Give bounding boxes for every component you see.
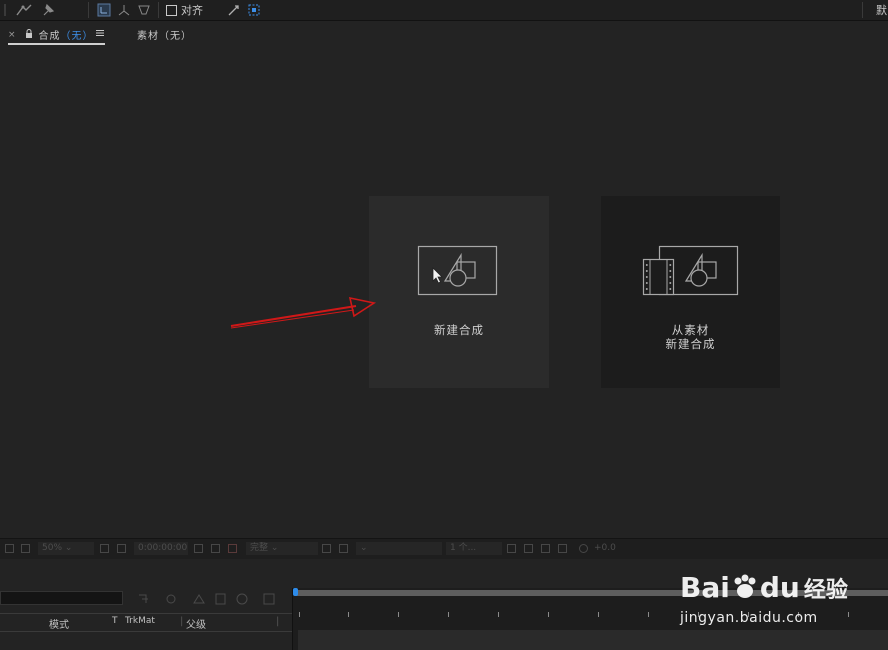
watermark-logo-cn: 经验 bbox=[803, 578, 848, 603]
annotation-arrow-icon bbox=[230, 296, 377, 329]
ruler-tick bbox=[648, 612, 649, 617]
column-mode[interactable]: 模式 bbox=[49, 616, 69, 631]
fast-previews-icon[interactable] bbox=[524, 544, 533, 553]
new-composition-from-footage-card[interactable]: 从素材 新建合成 bbox=[601, 196, 780, 388]
lock-icon[interactable] bbox=[25, 28, 33, 41]
timecode-field[interactable]: 0:00:00:00 bbox=[134, 542, 188, 555]
panel-menu-icon[interactable] bbox=[95, 29, 104, 40]
view-layout-value: 1 个... bbox=[450, 543, 477, 553]
snap-label: 对齐 bbox=[181, 4, 203, 17]
column-trkmat[interactable]: TrkMat bbox=[125, 616, 155, 626]
view-axis-icon[interactable] bbox=[136, 2, 152, 18]
snap-feature-icon[interactable] bbox=[246, 2, 262, 18]
from-footage-label-line1: 从素材 bbox=[671, 323, 710, 337]
transparency-grid-icon[interactable] bbox=[339, 544, 348, 553]
tab-composition-paren-close: ） bbox=[82, 31, 94, 42]
camera-view-dropdown[interactable]: ⌄ bbox=[356, 542, 442, 555]
viewer-controls-bar: 50% ⌄ 0:00:00:00 完整 ⌄ ⌄ 1 个... +0.0 bbox=[0, 538, 888, 560]
camera-icon[interactable] bbox=[194, 544, 203, 553]
ruler-tick bbox=[498, 612, 499, 617]
workspace-label[interactable]: 默 bbox=[876, 2, 887, 18]
watermark-logo-text: Bai bbox=[680, 571, 730, 604]
tab-composition-paren-open: （ bbox=[60, 31, 72, 42]
zoom-dropdown[interactable]: 50% ⌄ bbox=[38, 542, 94, 555]
region-of-interest-icon[interactable] bbox=[322, 544, 331, 553]
watermark-logo: Bai du 经验 bbox=[680, 571, 848, 604]
paw-icon bbox=[730, 571, 760, 604]
resolution-dropdown[interactable]: 完整 ⌄ bbox=[246, 542, 318, 555]
monitor-icon[interactable] bbox=[21, 544, 30, 553]
panel-tab-bar: × 合成 （ 无 ） 素材（无） bbox=[0, 21, 888, 45]
close-icon[interactable]: × bbox=[8, 30, 17, 40]
color-channels-icon[interactable] bbox=[228, 544, 237, 553]
toggle-pixel-aspect-icon[interactable] bbox=[507, 544, 516, 553]
view-layout-dropdown[interactable]: 1 个... bbox=[446, 542, 502, 555]
ruler-tick bbox=[299, 612, 300, 617]
workspace-label-text: 默 bbox=[876, 4, 887, 17]
playhead-handle[interactable] bbox=[293, 588, 298, 596]
tab-composition-label: 合成 bbox=[38, 31, 61, 42]
world-axis-icon[interactable] bbox=[116, 2, 132, 18]
ruler-tick bbox=[398, 612, 399, 617]
pin-tool-icon[interactable] bbox=[40, 2, 58, 18]
ruler-tick bbox=[448, 612, 449, 617]
tab-composition[interactable]: × 合成 （ 无 ） bbox=[8, 27, 104, 42]
ruler-tick bbox=[348, 612, 349, 617]
tools-toolbar: 对齐 默 bbox=[0, 0, 888, 21]
new-composition-icon bbox=[417, 245, 498, 296]
ruler-tick bbox=[548, 612, 549, 617]
timeline-track-row bbox=[298, 630, 888, 650]
new-composition-label: 新建合成 bbox=[434, 323, 484, 337]
snap-edge-icon[interactable] bbox=[226, 2, 242, 18]
zoom-value: 50% bbox=[42, 543, 63, 553]
column-parent[interactable]: 父级 bbox=[186, 616, 206, 631]
toolbar-divider-icon bbox=[2, 2, 8, 18]
watermark-logo-suffix: du bbox=[759, 571, 800, 604]
snapshot-icon[interactable] bbox=[211, 544, 220, 553]
composition-from-footage-icon bbox=[642, 245, 739, 296]
mouse-cursor-icon bbox=[432, 267, 443, 284]
tab-footage-label: 素材（无） bbox=[137, 31, 192, 42]
new-composition-card[interactable]: 新建合成 bbox=[369, 196, 549, 388]
ruler-tick bbox=[598, 612, 599, 617]
active-tab-indicator bbox=[8, 43, 105, 45]
safe-zones-icon[interactable] bbox=[100, 544, 109, 553]
timeline-search-input[interactable] bbox=[0, 591, 123, 605]
timeline-icon[interactable] bbox=[541, 544, 550, 553]
watermark-url: jingyan.baidu.com bbox=[680, 610, 818, 626]
ruler-tick bbox=[848, 612, 849, 617]
column-t[interactable]: T bbox=[112, 616, 118, 626]
snap-checkbox-box[interactable] bbox=[166, 4, 177, 16]
exposure-icon[interactable] bbox=[579, 544, 588, 553]
timecode-value: 0:00:00:00 bbox=[138, 543, 188, 553]
mask-visibility-icon[interactable] bbox=[117, 544, 126, 553]
tab-footage[interactable]: 素材（无） bbox=[137, 27, 192, 42]
timeline-column-headers: 模式 T TrkMat | 父级 | bbox=[0, 613, 292, 632]
exposure-value: +0.0 bbox=[594, 543, 616, 553]
local-axis-icon[interactable] bbox=[96, 2, 112, 18]
puppet-pin-tool-icon[interactable] bbox=[14, 2, 34, 18]
flowchart-icon[interactable] bbox=[558, 544, 567, 553]
resolution-value: 完整 bbox=[250, 543, 269, 553]
from-footage-label-line2: 新建合成 bbox=[665, 337, 716, 351]
tab-composition-name: 无 bbox=[71, 31, 83, 42]
always-preview-icon[interactable] bbox=[5, 544, 14, 553]
snap-checkbox[interactable]: 对齐 bbox=[166, 2, 203, 18]
timeline-switches-icons bbox=[139, 593, 275, 605]
